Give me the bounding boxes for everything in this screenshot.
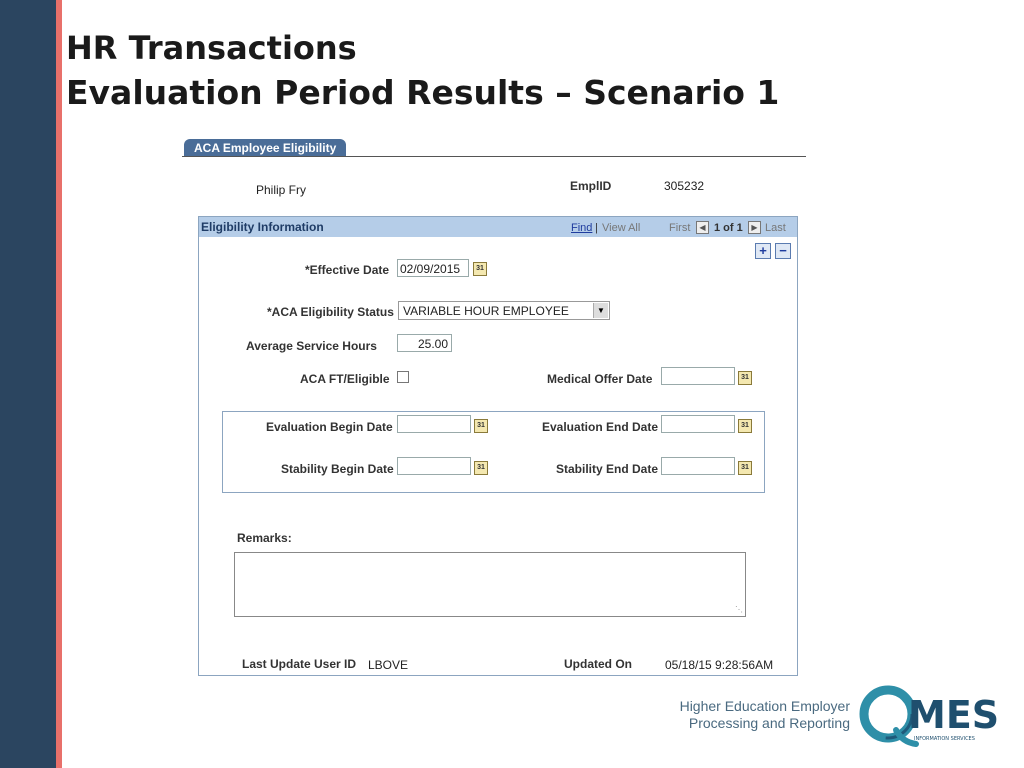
delete-row-icon[interactable]: − <box>775 243 791 259</box>
row-counter: 1 of 1 <box>714 222 743 234</box>
updated-on-label: Updated On <box>564 657 632 671</box>
calendar-icon[interactable]: 31 <box>474 461 488 475</box>
last-update-label: Last Update User ID <box>242 657 357 671</box>
stability-begin-input[interactable] <box>397 457 471 475</box>
slide-left-accent <box>56 0 62 768</box>
logo-subtext: INFORMATION SERVICES <box>914 736 975 742</box>
stability-end-input[interactable] <box>661 457 735 475</box>
view-all-link[interactable]: View All <box>602 222 640 234</box>
tab-aca-employee-eligibility[interactable]: ACA Employee Eligibility <box>184 139 347 157</box>
aca-status-value: VARIABLE HOUR EMPLOYEE <box>403 304 569 318</box>
calendar-icon[interactable]: 31 <box>474 419 488 433</box>
last-update-value: LBOVE <box>368 658 409 672</box>
effective-date-label: *Effective Date <box>305 263 390 277</box>
employee-name: Philip Fry <box>256 183 307 197</box>
avg-hours-value: 25.00 <box>397 334 452 352</box>
eval-end-label: Evaluation End Date <box>542 420 659 434</box>
remarks-textarea[interactable]: ⋱ <box>234 552 746 617</box>
slide-title: HR Transactions Evaluation Period Result… <box>66 28 779 113</box>
aca-status-select[interactable]: VARIABLE HOUR EMPLOYEE ▼ <box>398 301 610 320</box>
footer-line1: Higher Education Employer <box>679 698 850 714</box>
panel-header: Eligibility Information Find | View All … <box>199 217 797 237</box>
aca-status-label: *ACA Eligibility Status <box>267 305 394 319</box>
calendar-icon[interactable]: 31 <box>738 461 752 475</box>
find-link[interactable]: Find <box>571 222 592 234</box>
tab-underline <box>182 156 806 157</box>
emplid-label: EmplID <box>570 179 612 193</box>
medical-offer-label: Medical Offer Date <box>547 372 653 386</box>
omes-logo: MES INFORMATION SERVICES <box>859 685 999 747</box>
chevron-down-icon[interactable]: ▼ <box>593 303 608 318</box>
stability-end-label: Stability End Date <box>556 462 659 476</box>
calendar-icon[interactable]: 31 <box>738 419 752 433</box>
medical-offer-input[interactable] <box>661 367 735 385</box>
eval-end-input[interactable] <box>661 415 735 433</box>
slide-title-line2: Evaluation Period Results – Scenario 1 <box>66 73 780 112</box>
effective-date-input[interactable]: 02/09/2015 <box>397 259 469 277</box>
emplid-value: 305232 <box>664 179 705 193</box>
ft-eligible-label: ACA FT/Eligible <box>300 372 390 386</box>
panel-title: Eligibility Information <box>201 220 324 234</box>
resize-grip-icon[interactable]: ⋱ <box>735 605 743 614</box>
first-link[interactable]: First <box>669 222 690 234</box>
eval-begin-label: Evaluation Begin Date <box>266 420 393 434</box>
next-arrow-icon[interactable]: ▶ <box>748 221 761 234</box>
slide-left-bar <box>0 0 56 768</box>
eval-begin-input[interactable] <box>397 415 471 433</box>
calendar-icon[interactable]: 31 <box>738 371 752 385</box>
footer-line2: Processing and Reporting <box>688 715 850 731</box>
updated-on-value: 05/18/15 9:28:56AM <box>665 658 774 672</box>
ft-eligible-checkbox[interactable] <box>397 371 409 383</box>
avg-hours-label: Average Service Hours <box>246 339 377 353</box>
remarks-label: Remarks: <box>237 531 292 545</box>
add-row-icon[interactable]: + <box>755 243 771 259</box>
nav-separator: | <box>595 222 598 234</box>
stability-begin-label: Stability Begin Date <box>281 462 394 476</box>
last-link[interactable]: Last <box>765 222 786 234</box>
slide-title-line1: HR Transactions <box>66 29 357 67</box>
previous-arrow-icon[interactable]: ◀ <box>696 221 709 234</box>
logo-text: MES <box>908 693 999 737</box>
calendar-icon[interactable]: 31 <box>473 262 487 276</box>
